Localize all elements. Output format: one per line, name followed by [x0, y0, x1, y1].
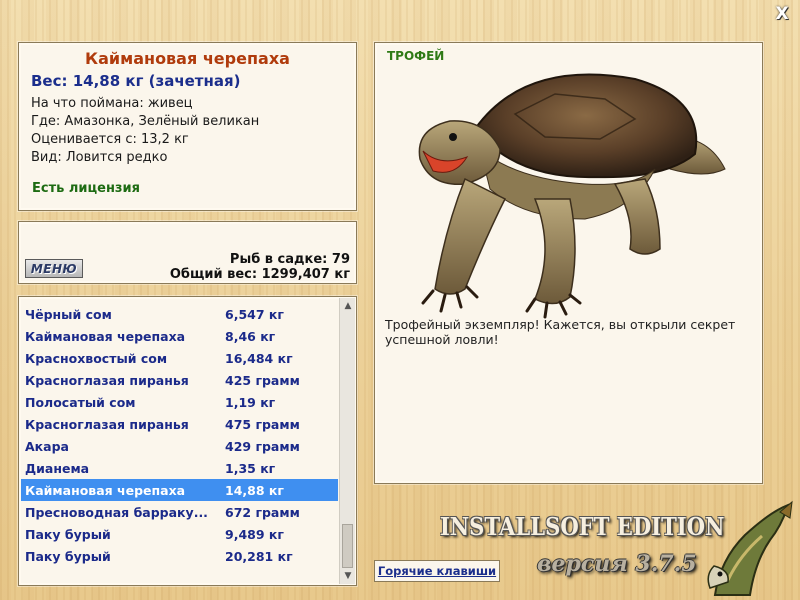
catch-weight: 8,46 кг — [225, 328, 276, 344]
catch-name: Полосатый сом — [25, 394, 136, 410]
list-item[interactable]: Каймановая черепаха 14,88 кг — [21, 479, 338, 501]
turtle-image — [418, 73, 726, 319]
edition-title: INSTALLSOFT EDITION — [440, 512, 725, 541]
total-weight: Общий вес: 1299,407 кг — [169, 267, 350, 282]
catch-list-body: Чёрный сом 6,547 кг Каймановая черепаха 8,4… — [21, 303, 338, 567]
caught-on: На что поймана: живец — [31, 96, 193, 111]
list-item[interactable]: Каймановая черепаха 8,46 кг — [21, 325, 338, 347]
fish-info-panel: Каймановая черепаха Вес: 14,88 кг (зачет… — [18, 42, 357, 211]
catch-list[interactable]: Чёрный сом 6,547 кг Каймановая черепаха 8,4… — [18, 296, 357, 586]
list-item[interactable]: Красноглазая пиранья 425 грамм — [21, 369, 338, 391]
license-status: Есть лицензия — [32, 181, 140, 196]
fish-weight: Вес: 14,88 кг (зачетная) — [31, 72, 241, 90]
list-item[interactable]: Краснохвостый сом 16,484 кг — [21, 347, 338, 369]
catch-name: Паку бурый — [25, 526, 111, 542]
close-button[interactable]: X — [772, 4, 792, 24]
trophy-text: Трофейный экземпляр! Кажется, вы открыли… — [385, 317, 736, 347]
catch-weight: 1,19 кг — [225, 394, 276, 410]
fish-kind: Вид: Ловится редко — [31, 150, 168, 165]
scroll-thumb[interactable] — [342, 524, 353, 568]
catch-weight: 9,489 кг — [225, 526, 284, 542]
menu-button[interactable]: МЕНЮ — [25, 259, 83, 278]
catch-weight: 14,88 кг — [225, 482, 284, 498]
fish-details: На что поймана: живец Где: Амазонка, Зел… — [31, 95, 344, 167]
catch-name: Краснохвостый сом — [25, 350, 168, 366]
catch-weight: 16,484 кг — [225, 350, 293, 366]
scroll-up-arrow-icon[interactable]: ▲ — [340, 298, 356, 314]
list-item[interactable]: Пресноводная барраку... 672 грамм — [21, 501, 338, 523]
hotkeys-button[interactable]: Горячие клавиши — [374, 560, 500, 582]
pike-logo-icon — [707, 500, 793, 596]
fish-value: Оценивается с: 13,2 кг — [31, 132, 189, 147]
catch-location: Где: Амазонка, Зелёный великан — [31, 114, 260, 129]
list-item[interactable]: Акара 429 грамм — [21, 435, 338, 457]
list-item[interactable]: Полосатый сом 1,19 кг — [21, 391, 338, 413]
catch-name: Красноглазая пиранья — [25, 372, 189, 388]
catch-name: Пресноводная барраку... — [25, 504, 208, 520]
catch-name: Паку бурый — [25, 548, 111, 564]
wood-background: X Каймановая черепаха Вес: 14,88 кг (зач… — [0, 0, 800, 600]
list-scrollbar[interactable]: ▲ ▼ — [339, 298, 355, 584]
catch-name: Каймановая черепаха — [25, 482, 186, 498]
scroll-down-arrow-icon[interactable]: ▼ — [340, 568, 356, 584]
catch-name: Красноглазая пиранья — [25, 416, 189, 432]
catch-weight: 425 грамм — [225, 372, 300, 388]
list-item[interactable]: Паку бурый 9,489 кг — [21, 523, 338, 545]
cage-stats: Рыб в садке: 79 Общий вес: 1299,407 кг — [170, 252, 350, 282]
catch-name: Чёрный сом — [25, 306, 112, 322]
catch-name: Акара — [25, 438, 69, 454]
catch-weight: 6,547 кг — [225, 306, 284, 322]
catch-weight: 672 грамм — [225, 504, 300, 520]
catch-name: Каймановая черепаха — [25, 328, 186, 344]
list-item[interactable]: Паку бурый 20,281 кг — [21, 545, 338, 567]
catch-name: Дианема — [25, 460, 90, 476]
list-item[interactable]: Красноглазая пиранья 475 грамм — [21, 413, 338, 435]
trophy-panel: ТРОФЕЙ Трофейный экземпляр! Кажется, вы … — [374, 42, 763, 484]
catch-weight: 20,281 кг — [225, 548, 293, 564]
catch-weight: 475 грамм — [225, 416, 300, 432]
cage-panel: МЕНЮ Рыб в садке: 79 Общий вес: 1299,407… — [18, 221, 357, 284]
version-label: версия 3.7.5 — [537, 551, 697, 577]
catch-weight: 1,35 кг — [225, 460, 276, 476]
catch-weight: 429 грамм — [225, 438, 300, 454]
fish-count: Рыб в садке: 79 — [229, 252, 350, 267]
list-item[interactable]: Чёрный сом 6,547 кг — [21, 303, 338, 325]
fish-name: Каймановая черепаха — [85, 49, 290, 68]
list-item[interactable]: Дианема 1,35 кг — [21, 457, 338, 479]
